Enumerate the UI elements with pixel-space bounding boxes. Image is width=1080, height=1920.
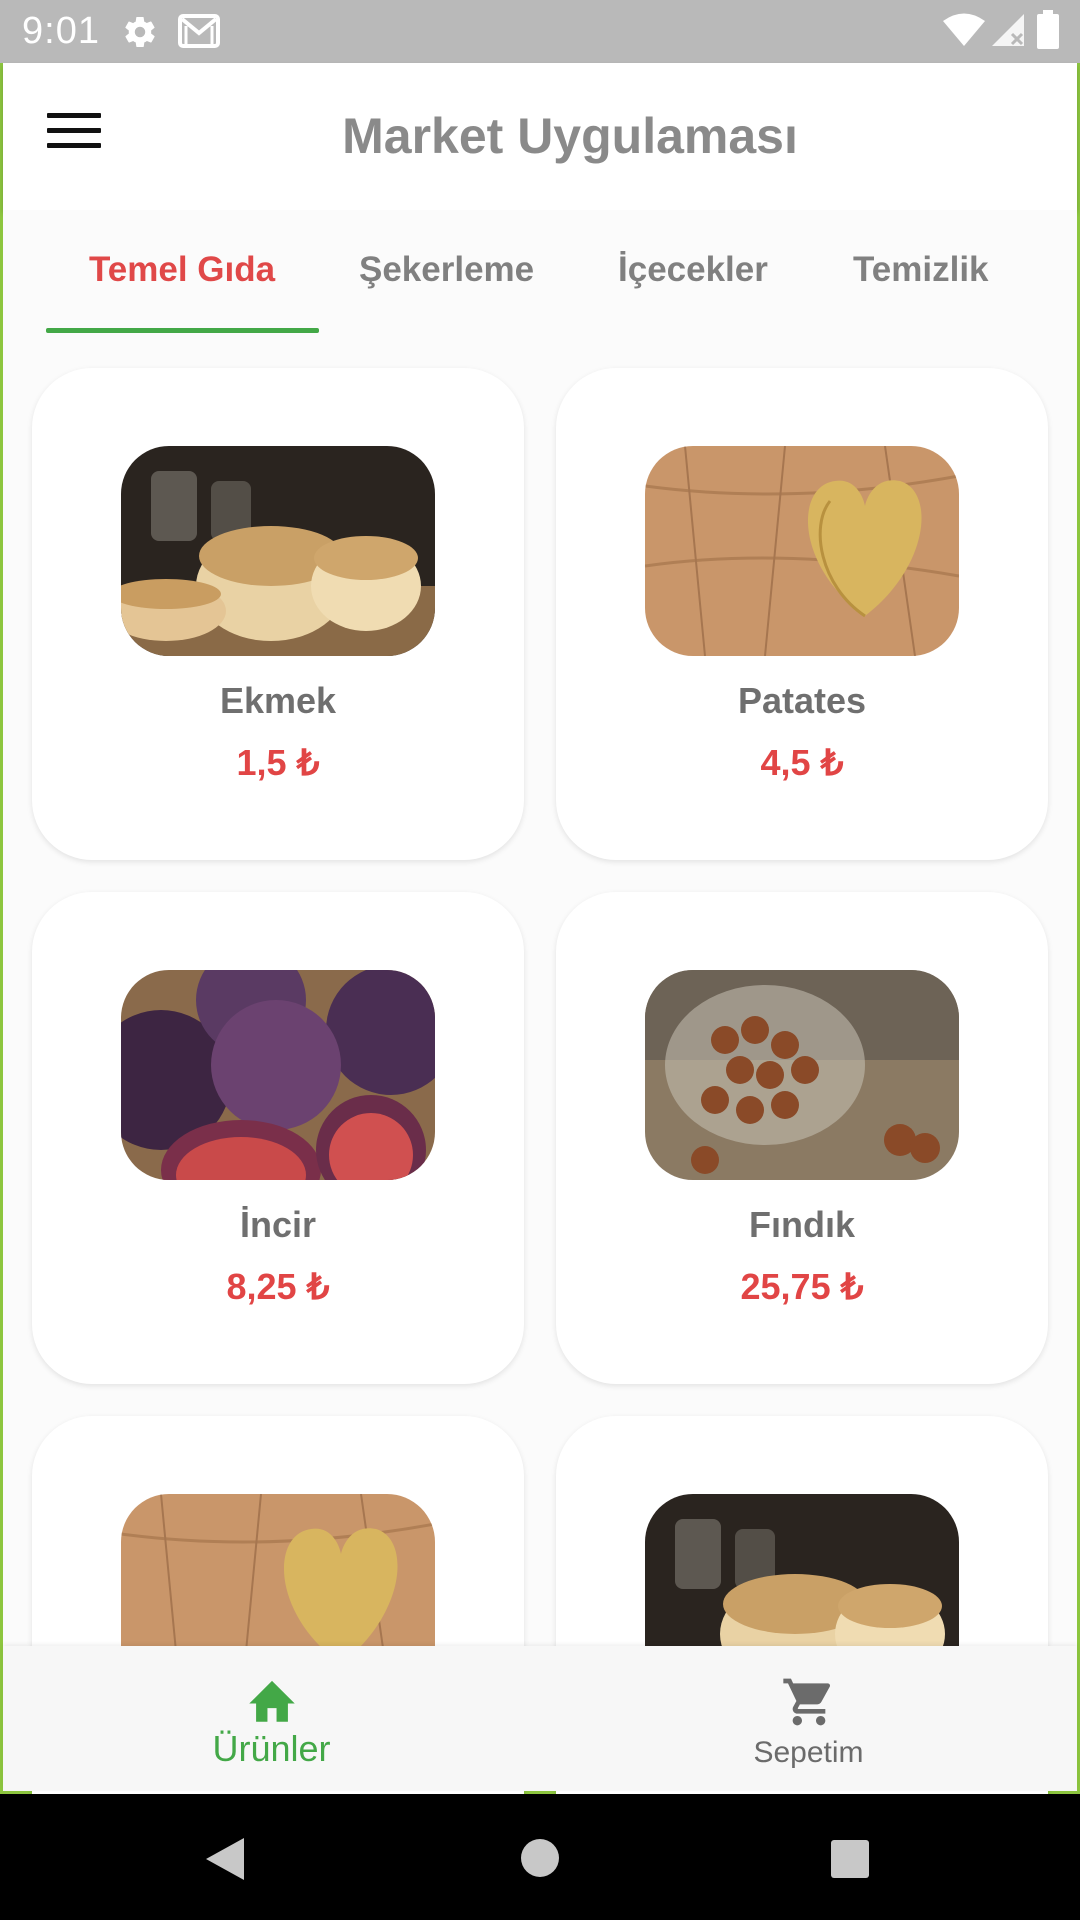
home-circle-icon[interactable] — [519, 1837, 561, 1879]
nav-sepetim[interactable]: Sepetim — [540, 1646, 1077, 1791]
product-price: 25,75 ₺ — [740, 1266, 864, 1307]
product-card-ekmek[interactable]: Ekmek 1,5 ₺ — [32, 368, 524, 860]
product-image-hazelnuts — [645, 970, 959, 1180]
product-card-findik[interactable]: Fındık 25,75 ₺ — [556, 892, 1048, 1384]
category-tabs: Temel Gıda Şekerleme İçecekler Temizlik — [3, 210, 1077, 336]
gmail-icon — [178, 14, 220, 48]
nav-urunler[interactable]: Ürünler — [3, 1646, 540, 1791]
page-title: Market Uygulaması — [342, 108, 798, 164]
nav-label: Ürünler — [212, 1728, 331, 1769]
tab-sekerleme[interactable]: Şekerleme — [359, 250, 534, 290]
system-navigation-bar — [0, 1794, 1080, 1920]
settings-icon — [125, 17, 155, 48]
nav-label: Sepetim — [753, 1736, 864, 1769]
signal-icon — [992, 14, 1024, 46]
product-image-bread — [121, 446, 435, 656]
app-bar: Market Uygulaması — [3, 63, 1077, 210]
product-name: Ekmek — [219, 680, 337, 721]
product-card-incir[interactable]: İncir 8,25 ₺ — [32, 892, 524, 1384]
product-price: 1,5 ₺ — [236, 742, 320, 783]
product-price: 4,5 ₺ — [760, 742, 844, 783]
tab-temizlik[interactable]: Temizlik — [853, 250, 989, 290]
tab-icecekler[interactable]: İçecekler — [618, 250, 768, 290]
product-name: Patates — [737, 680, 867, 721]
battery-icon — [1037, 10, 1059, 49]
product-price: 8,25 ₺ — [226, 1266, 330, 1307]
status-bar: 9:01 — [0, 0, 1080, 63]
wifi-icon — [943, 13, 985, 46]
product-name: İncir — [239, 1204, 317, 1245]
product-image-potato — [645, 446, 959, 656]
product-card-patates[interactable]: Patates 4,5 ₺ — [556, 368, 1048, 860]
recents-icon[interactable] — [830, 1839, 870, 1879]
tab-temel-gida[interactable]: Temel Gıda — [89, 250, 275, 290]
bottom-navigation: Ürünler Sepetim — [3, 1646, 1077, 1791]
back-icon[interactable] — [204, 1836, 246, 1882]
cart-icon — [783, 1678, 831, 1726]
app-window: 9:01 Market Uygulaması Temel Gıda Şekerl… — [0, 0, 1080, 1794]
home-icon — [249, 1680, 295, 1722]
product-image-figs — [121, 970, 435, 1180]
active-tab-indicator — [46, 328, 319, 333]
product-name: Fındık — [749, 1204, 855, 1245]
status-time: 9:01 — [22, 10, 100, 52]
